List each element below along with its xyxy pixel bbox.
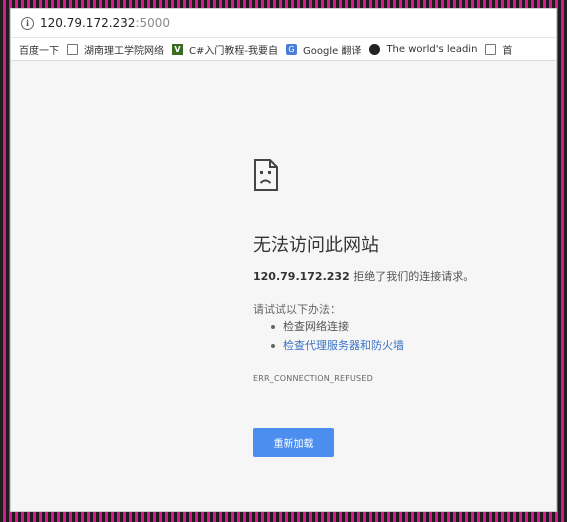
github-icon (369, 43, 381, 55)
bookmark-label: 百度一下 (19, 45, 59, 57)
bookmark-label: Google 翻译 (302, 45, 362, 57)
address-bar[interactable]: i 120.79.172.232:5000 (11, 9, 556, 38)
bookmark-google-translate[interactable]: G Google 翻译 (285, 42, 362, 57)
info-icon[interactable]: i (21, 16, 34, 30)
suggestion-check-proxy-link[interactable]: 检查代理服务器和防火墙 (283, 339, 404, 352)
google-translate-icon: G (285, 43, 297, 55)
bookmark-label: 湖南理工学院网络 (84, 45, 164, 57)
bookmark-github[interactable]: The world's leadin (369, 43, 478, 55)
page-icon (67, 43, 78, 55)
bookmark-more[interactable]: 首 (485, 42, 512, 57)
bookmark-label: The world's leadin (386, 43, 478, 55)
error-description: 120.79.172.232 拒绝了我们的连接请求。 (253, 268, 474, 284)
v-icon: V (172, 43, 183, 55)
error-description-text: 拒绝了我们的连接请求。 (349, 270, 475, 283)
page-title: 无法访问此网站 (253, 235, 379, 256)
sad-page-icon (254, 159, 278, 191)
bookmarks-bar: 百度一下 湖南理工学院网络 V C#入门教程-我要自 G Google 翻译 T… (11, 38, 556, 61)
url-port: :5000 (135, 16, 171, 30)
suggestion-item: 检查代理服务器和防火墙 (269, 336, 404, 355)
suggestion-item: 检查网络连接 (269, 317, 404, 336)
suggestions-list: 检查网络连接 检查代理服务器和防火墙 (269, 317, 404, 355)
url-host: 120.79.172.232 (40, 16, 136, 30)
bookmark-label: C#入门教程-我要自 (189, 45, 278, 57)
reload-button[interactable]: 重新加载 (253, 428, 334, 457)
bookmark-csharp[interactable]: V C#入门教程-我要自 (172, 42, 278, 57)
bookmark-hnist[interactable]: 湖南理工学院网络 (67, 42, 164, 57)
url-field[interactable]: i 120.79.172.232:5000 (21, 12, 171, 34)
error-host: 120.79.172.232 (253, 270, 350, 283)
error-content: 无法访问此网站 120.79.172.232 拒绝了我们的连接请求。 请试试以下… (11, 61, 556, 511)
error-code: ERR_CONNECTION_REFUSED (253, 374, 373, 383)
bookmark-baidu[interactable]: 百度一下 (19, 42, 59, 57)
bookmark-label: 首 (502, 45, 513, 57)
page-icon (485, 43, 497, 55)
suggestions-heading: 请试试以下办法： (253, 303, 341, 316)
suggestion-check-network: 检查网络连接 (283, 320, 349, 333)
browser-window: i 120.79.172.232:5000 百度一下 湖南理工学院网络 V C#… (10, 8, 557, 512)
